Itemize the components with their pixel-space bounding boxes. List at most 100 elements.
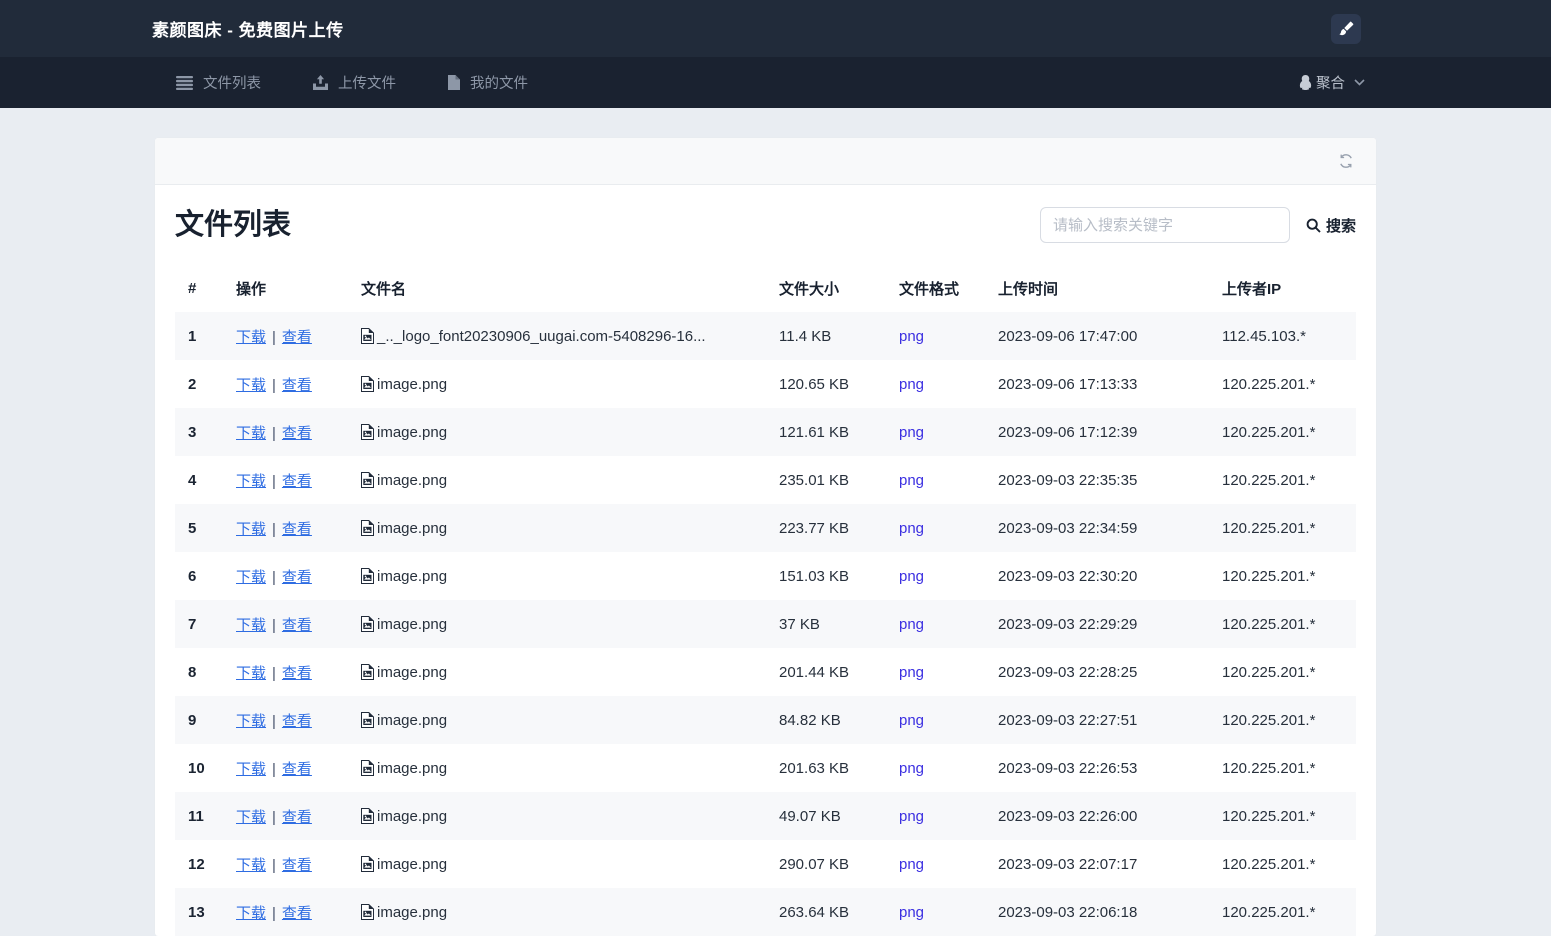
view-link[interactable]: 查看 bbox=[282, 473, 312, 490]
download-link[interactable]: 下载 bbox=[236, 473, 266, 490]
file-table: # 操作 文件名 文件大小 文件格式 上传时间 上传者IP 1 下载 | 查看 bbox=[175, 269, 1356, 936]
filesize-cell: 201.63 KB bbox=[779, 759, 850, 777]
card-header-strip bbox=[155, 138, 1376, 185]
upload-time-cell: 2023-09-03 22:27:51 bbox=[998, 711, 1138, 729]
filesize-cell: 120.65 KB bbox=[779, 375, 850, 393]
action-separator: | bbox=[272, 376, 276, 394]
qq-penguin-icon bbox=[1298, 74, 1313, 91]
download-link[interactable]: 下载 bbox=[236, 521, 266, 538]
view-link[interactable]: 查看 bbox=[282, 809, 312, 826]
filename-cell: image.png bbox=[361, 696, 779, 744]
format-link[interactable]: png bbox=[899, 712, 924, 729]
search-area: 搜索 bbox=[1039, 207, 1356, 243]
view-link[interactable]: 查看 bbox=[282, 617, 312, 634]
download-link[interactable]: 下载 bbox=[236, 905, 266, 922]
uploader-ip-cell: 120.225.201.* bbox=[1222, 423, 1316, 441]
filesize-cell: 84.82 KB bbox=[779, 711, 841, 729]
nav-tab-label: 文件列表 bbox=[203, 76, 261, 92]
format-link[interactable]: png bbox=[899, 472, 924, 489]
brush-icon bbox=[1338, 21, 1354, 37]
upload-time-cell: 2023-09-03 22:30:20 bbox=[998, 567, 1138, 585]
view-link[interactable]: 查看 bbox=[282, 377, 312, 394]
format-link[interactable]: png bbox=[899, 856, 924, 873]
format-link[interactable]: png bbox=[899, 904, 924, 921]
search-icon bbox=[1306, 218, 1321, 233]
download-link[interactable]: 下载 bbox=[236, 329, 266, 346]
format-link[interactable]: png bbox=[899, 376, 924, 393]
uploader-ip-cell: 112.45.103.* bbox=[1222, 327, 1306, 345]
row-index: 3 bbox=[188, 423, 197, 441]
row-index: 2 bbox=[188, 375, 197, 393]
action-separator: | bbox=[272, 424, 276, 442]
view-link[interactable]: 查看 bbox=[282, 905, 312, 922]
upload-time-cell: 2023-09-06 17:12:39 bbox=[998, 423, 1138, 441]
filesize-cell: 49.07 KB bbox=[779, 807, 841, 825]
card-body: 文件列表 搜索 bbox=[155, 185, 1376, 936]
table-row: 3 下载 | 查看 image.png 121.61 KB png 2023-0… bbox=[175, 408, 1356, 456]
uploader-ip-cell: 120.225.201.* bbox=[1222, 711, 1316, 729]
download-link[interactable]: 下载 bbox=[236, 425, 266, 442]
view-link[interactable]: 查看 bbox=[282, 521, 312, 538]
nav-tab-upload[interactable]: 上传文件 bbox=[313, 72, 396, 93]
download-link[interactable]: 下载 bbox=[236, 665, 266, 682]
search-input[interactable] bbox=[1039, 207, 1290, 243]
nav-tab-my-files[interactable]: 我的文件 bbox=[448, 72, 528, 93]
download-link[interactable]: 下载 bbox=[236, 761, 266, 778]
search-button-label: 搜索 bbox=[1325, 217, 1356, 235]
format-link[interactable]: png bbox=[899, 424, 924, 441]
view-link[interactable]: 查看 bbox=[282, 569, 312, 586]
format-link[interactable]: png bbox=[899, 760, 924, 777]
row-index: 1 bbox=[188, 327, 197, 345]
row-index: 12 bbox=[188, 855, 205, 873]
view-link[interactable]: 查看 bbox=[282, 713, 312, 730]
filename-text: image.png bbox=[377, 663, 448, 681]
download-link[interactable]: 下载 bbox=[236, 377, 266, 394]
format-cell: png bbox=[899, 840, 998, 888]
download-link[interactable]: 下载 bbox=[236, 857, 266, 874]
file-icon bbox=[448, 75, 460, 90]
download-link[interactable]: 下载 bbox=[236, 617, 266, 634]
action-separator: | bbox=[272, 568, 276, 586]
action-separator: | bbox=[272, 760, 276, 778]
filesize-cell: 223.77 KB bbox=[779, 519, 850, 537]
table-row: 9 下载 | 查看 image.png 84.82 KB png 2023-09… bbox=[175, 696, 1356, 744]
filename-text: image.png bbox=[377, 471, 448, 489]
filesize-cell: 263.64 KB bbox=[779, 903, 850, 921]
view-link[interactable]: 查看 bbox=[282, 425, 312, 442]
theme-button[interactable] bbox=[1331, 13, 1361, 44]
filename-text: _.._logo_font20230906_uugai.com-5408296-… bbox=[377, 327, 706, 345]
row-index: 9 bbox=[188, 711, 197, 729]
format-cell: png bbox=[899, 408, 998, 456]
format-link[interactable]: png bbox=[899, 568, 924, 585]
action-separator: | bbox=[272, 856, 276, 874]
download-link[interactable]: 下载 bbox=[236, 713, 266, 730]
download-link[interactable]: 下载 bbox=[236, 809, 266, 826]
upload-icon bbox=[313, 75, 328, 90]
view-link[interactable]: 查看 bbox=[282, 857, 312, 874]
view-link[interactable]: 查看 bbox=[282, 329, 312, 346]
format-link[interactable]: png bbox=[899, 808, 924, 825]
row-index: 10 bbox=[188, 759, 205, 777]
filename-text: image.png bbox=[377, 567, 448, 585]
format-link[interactable]: png bbox=[899, 328, 924, 345]
refresh-button[interactable] bbox=[1338, 153, 1354, 169]
user-menu[interactable]: 聚合 bbox=[1298, 72, 1365, 93]
nav-tab-file-list[interactable]: 文件列表 bbox=[176, 72, 261, 93]
filename-cell: image.png bbox=[361, 648, 779, 696]
view-link[interactable]: 查看 bbox=[282, 665, 312, 682]
filesize-cell: 121.61 KB bbox=[779, 423, 850, 441]
uploader-ip-cell: 120.225.201.* bbox=[1222, 375, 1316, 393]
row-index: 8 bbox=[188, 663, 197, 681]
action-separator: | bbox=[272, 904, 276, 922]
toolbar: 文件列表 搜索 bbox=[175, 207, 1356, 243]
download-link[interactable]: 下载 bbox=[236, 569, 266, 586]
upload-time-cell: 2023-09-03 22:35:35 bbox=[998, 471, 1138, 489]
filename-cell: image.png bbox=[361, 888, 779, 936]
format-link[interactable]: png bbox=[899, 616, 924, 633]
format-cell: png bbox=[899, 744, 998, 792]
filename-cell: image.png bbox=[361, 504, 779, 552]
format-link[interactable]: png bbox=[899, 520, 924, 537]
view-link[interactable]: 查看 bbox=[282, 761, 312, 778]
search-button[interactable]: 搜索 bbox=[1306, 215, 1356, 236]
format-link[interactable]: png bbox=[899, 664, 924, 681]
